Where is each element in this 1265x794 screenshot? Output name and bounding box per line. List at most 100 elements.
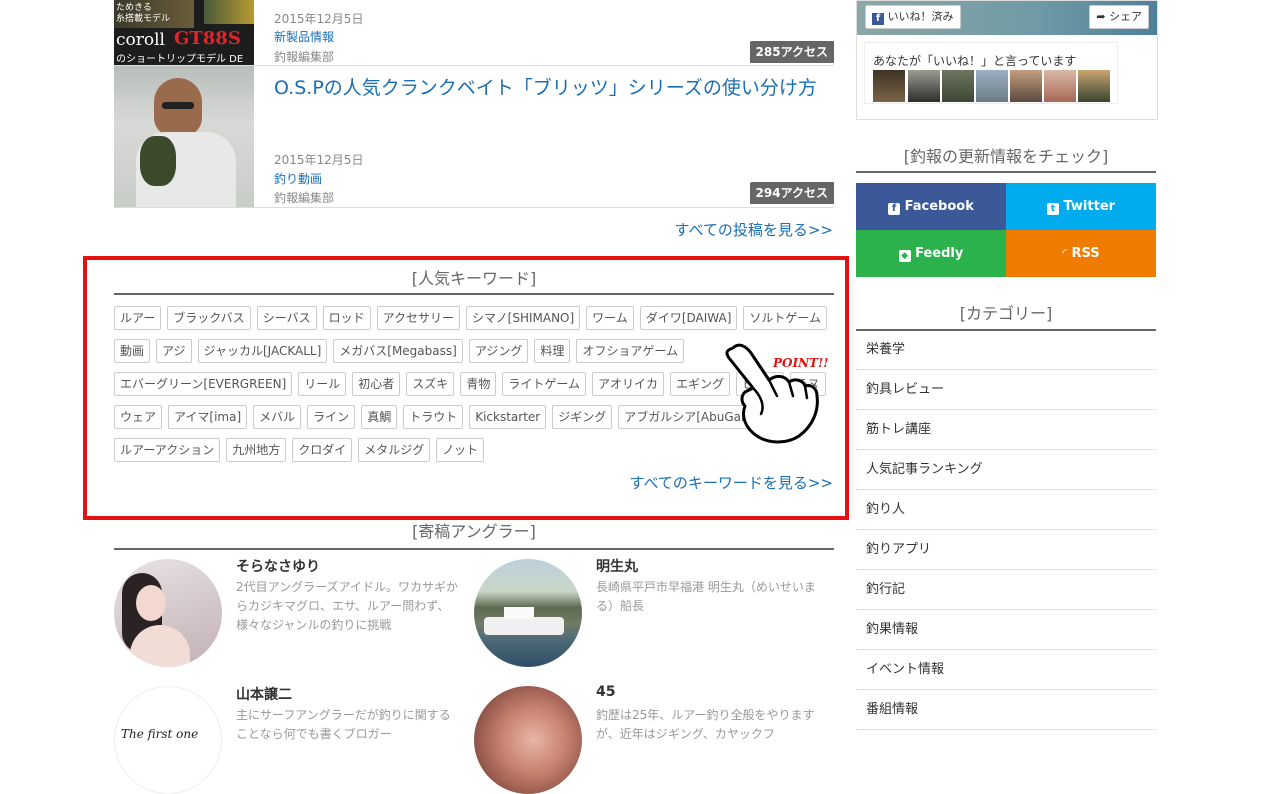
- keyword-tag[interactable]: メバル: [253, 405, 302, 429]
- friend-avatar[interactable]: [942, 70, 974, 102]
- angler-avatar[interactable]: The first one: [114, 686, 222, 794]
- keyword-tag[interactable]: メガバス[Megabass]: [333, 339, 463, 363]
- keyword-tag[interactable]: アイマ[ima]: [168, 405, 248, 429]
- follow-heading: [釣報の更新情報をチェック]: [856, 143, 1156, 173]
- keyword-tag[interactable]: シマノ[SHIMANO]: [466, 306, 581, 330]
- facebook-share-button[interactable]: ➦ シェア: [1089, 5, 1149, 29]
- category-link[interactable]: 釣り人: [856, 490, 1156, 530]
- keyword-tag[interactable]: アオリイカ: [591, 372, 664, 396]
- angler-avatar-caption: The first one: [121, 727, 199, 741]
- facebook-like-button[interactable]: f いいね！済み: [865, 5, 961, 29]
- angler-name[interactable]: 山本譲二: [236, 684, 292, 704]
- rss-follow-button[interactable]: ◜ RSS: [1006, 230, 1156, 277]
- keyword-tag[interactable]: 青物: [460, 372, 497, 396]
- anglers-heading: [寄稿アングラー]: [114, 518, 834, 550]
- keyword-tag[interactable]: 動画: [114, 339, 151, 363]
- keyword-tag[interactable]: Kickstarter: [469, 405, 547, 429]
- article-title-link[interactable]: O.S.Pの人気クランクベイト「ブリッツ」シリーズの使い分け方: [274, 75, 834, 102]
- article-author: 釣報編集部: [274, 191, 335, 205]
- keyword-tag[interactable]: アジング: [468, 339, 529, 363]
- category-link[interactable]: 釣具レビュー: [856, 370, 1156, 410]
- friend-avatar[interactable]: [1078, 70, 1110, 102]
- article-thumbnail[interactable]: ためきる 糸搭載モデル coroll GT88S のショートリップモデル DE: [114, 0, 254, 65]
- angler-description: 主にサーフアングラーだが釣りに関することなら何でも書くブロガー: [236, 708, 451, 741]
- angler-avatar[interactable]: [114, 559, 222, 667]
- friend-avatar[interactable]: [1044, 70, 1076, 102]
- access-count-badge: 285アクセス: [749, 41, 834, 63]
- article-category-link[interactable]: 釣り動画: [274, 170, 322, 187]
- article-date: 2015年12月5日: [274, 12, 364, 26]
- category-link[interactable]: 釣果情報: [856, 610, 1156, 650]
- keyword-tag[interactable]: エギング: [669, 372, 730, 396]
- twitter-follow-button[interactable]: t Twitter: [1006, 183, 1156, 230]
- keyword-tag[interactable]: エバーグリーン[EVERGREEN]: [114, 372, 293, 396]
- category-link[interactable]: 栄養学: [856, 330, 1156, 370]
- keyword-tag[interactable]: ジギング: [552, 405, 613, 429]
- category-link[interactable]: 筋トレ講座: [856, 410, 1156, 450]
- keywords-heading: [人気キーワード]: [114, 265, 834, 295]
- category-link[interactable]: 釣行記: [856, 570, 1156, 610]
- category-link[interactable]: 番組情報: [856, 690, 1156, 730]
- rss-icon: ◜: [1062, 246, 1067, 260]
- keyword-tag[interactable]: ワーム: [586, 306, 634, 330]
- angler-name[interactable]: 明生丸: [596, 556, 638, 576]
- category-link[interactable]: 釣りアプリ: [856, 530, 1156, 570]
- twitter-icon: t: [1046, 203, 1059, 215]
- keyword-tag[interactable]: ルアー: [114, 306, 162, 330]
- keyword-tag[interactable]: ダイワ[DAIWA]: [639, 306, 738, 330]
- keyword-tag[interactable]: ライトゲーム: [502, 372, 586, 396]
- facebook-icon: f: [888, 203, 901, 215]
- keyword-tag[interactable]: ソルトゲーム: [743, 306, 828, 330]
- keyword-tag[interactable]: ジャッカル[JACKALL]: [197, 339, 328, 363]
- keyword-tag[interactable]: ブラックバス: [167, 306, 251, 330]
- friend-avatar[interactable]: [976, 70, 1008, 102]
- category-link[interactable]: 人気記事ランキング: [856, 450, 1156, 490]
- category-link[interactable]: イベント情報: [856, 650, 1156, 690]
- keyword-tag[interactable]: シーバス: [256, 306, 317, 330]
- keyword-tag[interactable]: アクセサリー: [376, 306, 460, 330]
- all-keywords-link[interactable]: すべてのキーワードを見る>>: [630, 472, 834, 493]
- keyword-tag[interactable]: トラウト: [403, 405, 464, 429]
- keyword-tag[interactable]: ルアーアクション: [114, 438, 221, 462]
- thumb-model: GT88S: [174, 28, 241, 49]
- article-item[interactable]: ためきる 糸搭載モデル coroll GT88S のショートリップモデル DE …: [114, 0, 834, 66]
- keyword-tag[interactable]: 九州地方: [226, 438, 287, 462]
- feedly-follow-button[interactable]: ◆ Feedly: [856, 230, 1006, 277]
- keyword-tag[interactable]: 初心者: [352, 372, 401, 396]
- angler-name[interactable]: 45: [596, 684, 615, 700]
- share-icon: ➦: [1096, 10, 1106, 23]
- friends-like-text: あなたが「いいね！」と言っています: [873, 54, 1077, 68]
- keyword-tag[interactable]: 料理: [534, 339, 571, 363]
- feedly-follow-label: Feedly: [915, 246, 964, 261]
- facebook-follow-label: Facebook: [904, 199, 974, 214]
- friend-avatar[interactable]: [873, 70, 905, 102]
- friend-avatar[interactable]: [1010, 70, 1042, 102]
- angler-description: 2代目アングラーズアイドル。ワカサギからカジキマグロ、エサ、ルアー問わず、様々な…: [236, 580, 458, 632]
- keyword-tag[interactable]: オフショアゲーム: [576, 339, 685, 363]
- article-thumbnail[interactable]: [114, 66, 254, 207]
- article-category-link[interactable]: 新製品情報: [274, 28, 334, 45]
- keyword-tag[interactable]: 真鯛: [361, 405, 398, 429]
- friend-avatar[interactable]: [908, 70, 940, 102]
- angler-description: 長崎県平戸市早福港 明生丸（めいせいまる）船長: [596, 580, 816, 613]
- facebook-icon: f: [872, 13, 884, 25]
- keyword-tag[interactable]: ノット: [436, 438, 485, 462]
- feedly-icon: ◆: [898, 250, 911, 262]
- angler-avatar[interactable]: [474, 686, 582, 794]
- keyword-tag[interactable]: クロダイ: [292, 438, 353, 462]
- keyword-tag[interactable]: ウェア: [114, 405, 163, 429]
- article-item[interactable]: O.S.Pの人気クランクベイト「ブリッツ」シリーズの使い分け方 2015年12月…: [114, 66, 834, 208]
- keyword-tag[interactable]: ライン: [307, 405, 356, 429]
- all-posts-link[interactable]: すべての投稿を見る>>: [675, 219, 834, 240]
- angler-name[interactable]: そらなさゆり: [236, 556, 320, 576]
- facebook-follow-button[interactable]: f Facebook: [856, 183, 1006, 230]
- keyword-tag[interactable]: メタルジグ: [358, 438, 431, 462]
- rss-follow-label: RSS: [1071, 246, 1100, 261]
- keyword-tag[interactable]: リール: [298, 372, 347, 396]
- keyword-tag[interactable]: アジ: [156, 339, 192, 363]
- thumb-brand: coroll: [116, 30, 165, 50]
- keyword-tag[interactable]: ロッド: [322, 306, 371, 330]
- twitter-follow-label: Twitter: [1063, 199, 1116, 214]
- angler-avatar[interactable]: [474, 559, 582, 667]
- keyword-tag[interactable]: スズキ: [406, 372, 455, 396]
